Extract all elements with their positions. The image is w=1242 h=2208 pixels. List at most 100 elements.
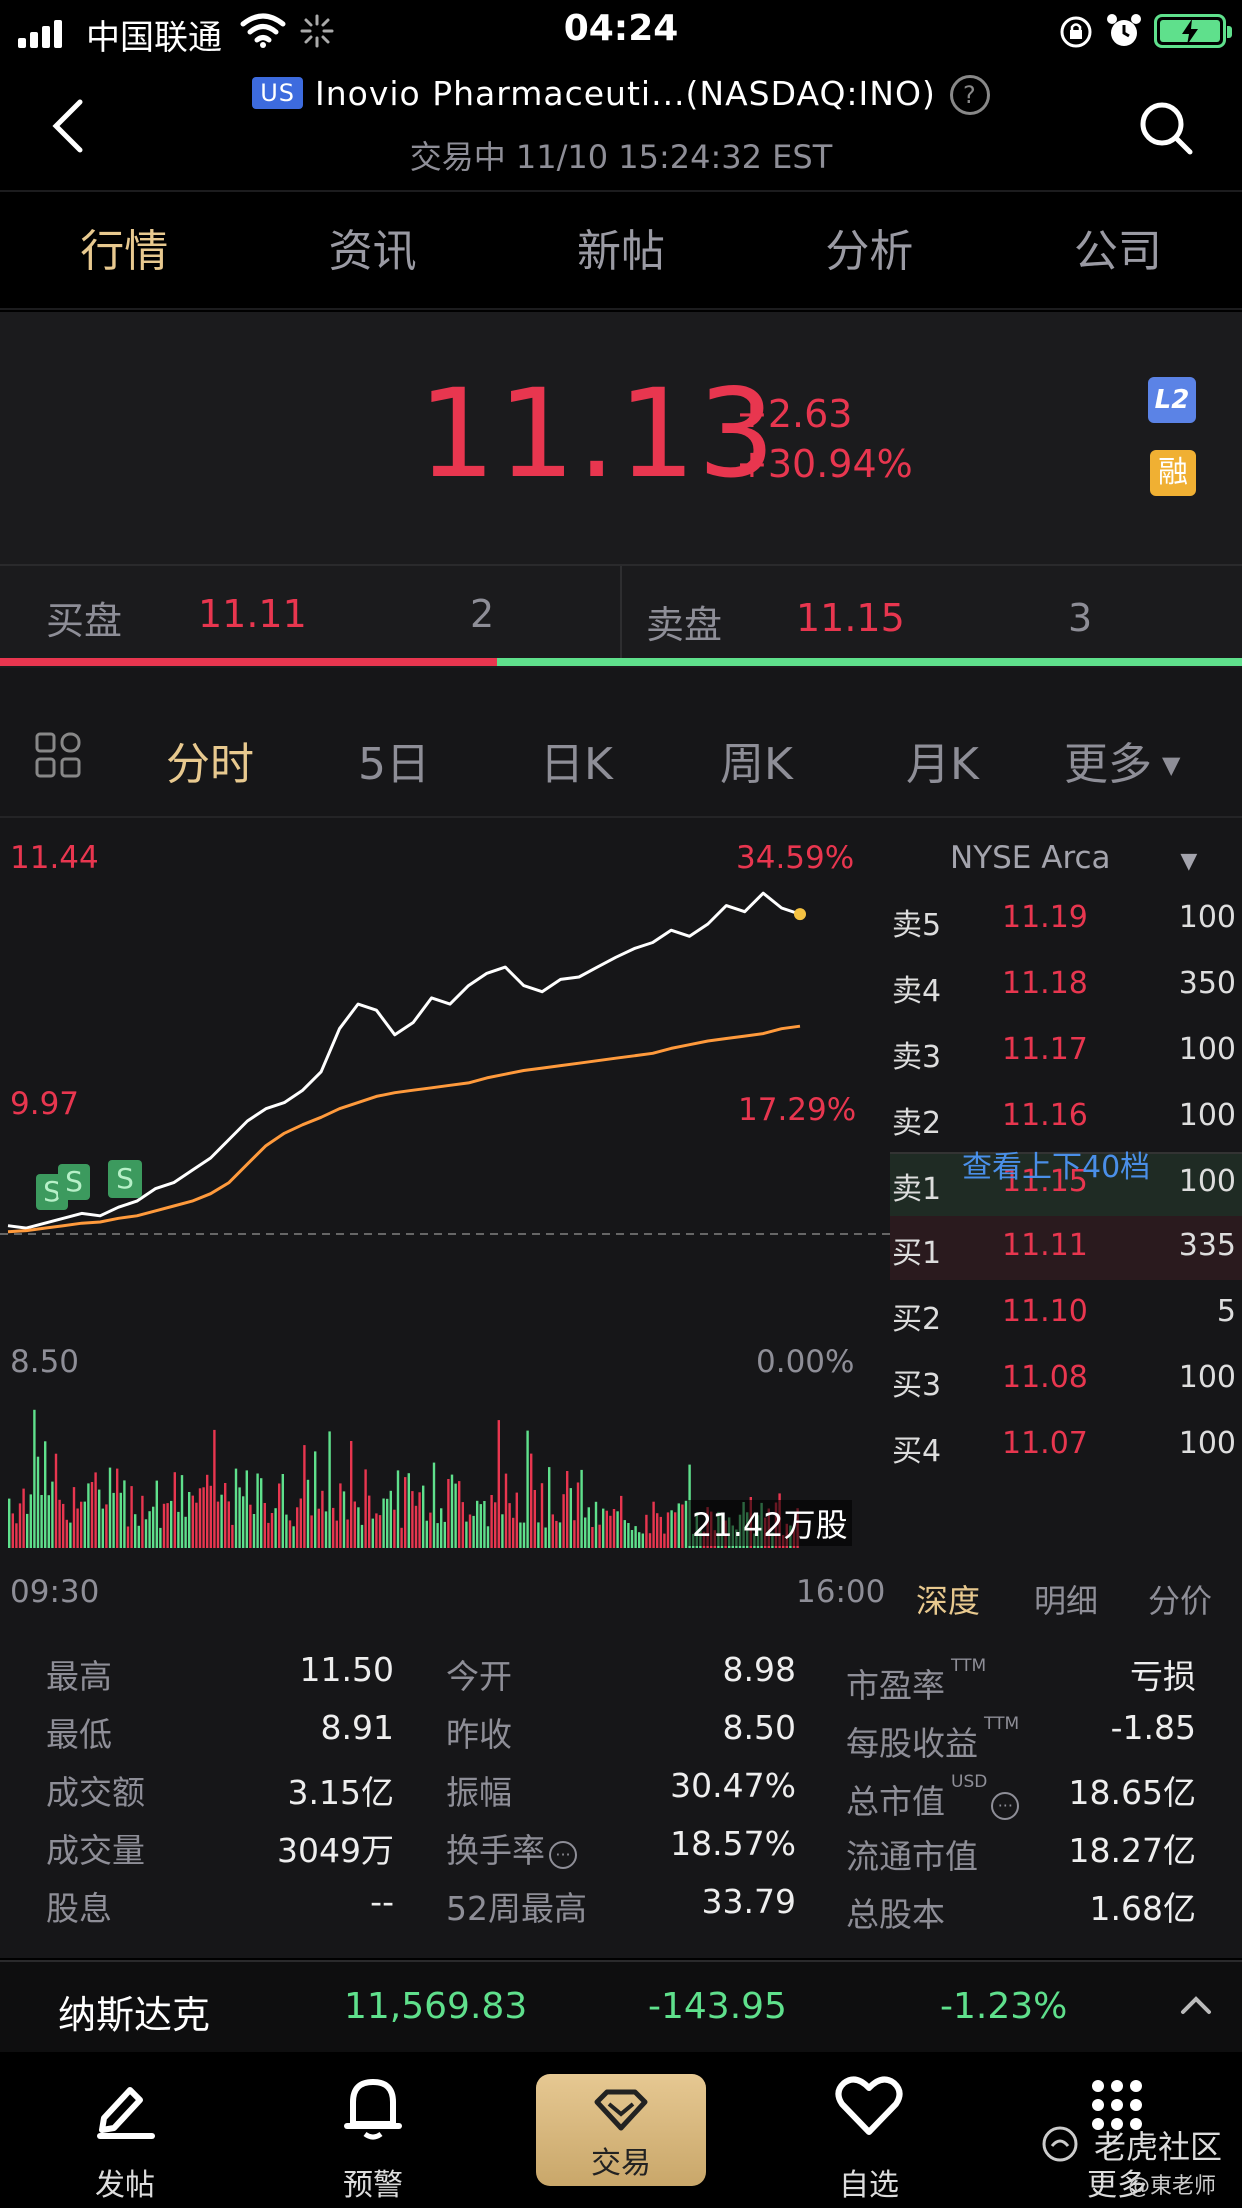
nav-trade[interactable]: 交易 [536,2074,706,2208]
tab-news[interactable]: 资讯 [248,194,496,308]
volume-bar [684,1500,688,1548]
stat-label: 52周最高 [446,1882,587,1930]
diamond-icon [594,2089,648,2131]
stat-label[interactable]: 总市值 USD··· [846,1772,1020,1823]
volume-bar [249,1504,252,1548]
period-tab-more[interactable]: 更多 ▼ [1064,728,1180,792]
order-level-row[interactable]: 卖5 11.19 100 [890,888,1242,952]
nav-watchlist[interactable]: 自选 [784,2052,954,2208]
order-level-row[interactable]: 买2 11.10 5 [890,1282,1242,1346]
level-price: 11.16 [1002,1098,1088,1133]
order-level-row[interactable]: 卖3 11.17 100 [890,1020,1242,1084]
volume-bar [206,1474,209,1548]
nav-alert[interactable]: 预警 [288,2052,458,2208]
volume-bar [155,1480,158,1548]
period-tab-monthly[interactable]: 月K [906,728,979,792]
tab-analysis[interactable]: 分析 [745,194,993,308]
volume-bar [62,1503,65,1548]
info-icon[interactable]: ··· [549,1841,577,1869]
volume-bar [245,1470,248,1548]
volume-bar [454,1483,457,1548]
divider [620,566,622,658]
tab-quote[interactable]: 行情 [0,194,248,308]
volume-bar [198,1488,202,1548]
order-level-row[interactable]: 卖2 11.16 100 [890,1086,1242,1150]
time-end: 16:00 [796,1574,886,1610]
order-book: NYSE Arca ▼ 卖5 11.19 100 卖4 11.18 350 卖3 11.17 1… [890,818,1242,1618]
layout-grid-icon[interactable] [34,731,82,779]
chevron-up-icon[interactable] [1180,1994,1212,2016]
volume-bar [346,1519,349,1548]
volume-bar [324,1511,328,1548]
stat-value: 18.65亿 [1068,1773,1196,1812]
margin-badge[interactable]: 融 [1150,450,1196,496]
volume-bar [252,1514,256,1548]
volume-bar [22,1488,25,1548]
order-level-row[interactable]: 买1 11.11 335 [890,1216,1242,1280]
period-tab-daily[interactable]: 日K [540,728,613,792]
subtab-details[interactable]: 明细 [1034,1576,1098,1622]
volume-bar [440,1508,443,1548]
info-icon[interactable]: ··· [991,1792,1020,1820]
volume-bar [645,1514,648,1548]
ask-size: 3 [1068,596,1093,640]
period-tab-5day[interactable]: 5日 [358,728,430,792]
volume-bar [303,1445,306,1548]
y-axis-mid-pct: 17.29% [738,1092,857,1128]
volume-bar [404,1477,407,1548]
volume-bar [526,1430,529,1548]
level-label: 买3 [892,1368,942,1403]
period-tab-intraday[interactable]: 分时 [166,728,254,792]
volume-bar [242,1496,245,1548]
y-axis-mid: 9.97 [10,1086,80,1122]
index-ticker-bar[interactable]: 纳斯达克 11,569.83 -143.95 -1.23% [0,1960,1242,2052]
y-axis-high-pct: 34.59% [736,840,855,876]
last-price: 11.13 [418,363,778,505]
period-tab-weekly[interactable]: 周K [720,728,793,792]
volume-bar [137,1525,140,1548]
volume-bar [36,1456,40,1548]
volume-bar [501,1514,504,1548]
volume-bar [274,1508,277,1548]
watermark-brand: 老虎社区 [1094,2128,1223,2166]
order-level-row[interactable]: 买3 11.08 100 [890,1348,1242,1412]
volume-bar [80,1501,83,1548]
order-level-row[interactable]: 买4 11.07 100 [890,1414,1242,1478]
level2-badge[interactable]: L2 [1148,377,1196,423]
volume-bar [224,1483,227,1548]
tab-posts[interactable]: 新帖 [497,194,745,308]
more-label: 更多 [1064,739,1152,790]
volume-bar [447,1479,450,1548]
nav-post[interactable]: 发帖 [40,2052,210,2208]
tab-company[interactable]: 公司 [994,194,1242,308]
order-level-row[interactable]: 卖4 11.18 350 [890,954,1242,1018]
volume-bar [162,1503,166,1548]
volume-bar [227,1501,230,1548]
nav-trade-label: 交易 [591,2146,651,2181]
nav-post-label: 发帖 [95,2168,155,2203]
search-icon[interactable] [1138,100,1194,156]
volume-bar [436,1523,439,1548]
stat-label-text: 每股收益 [846,1724,978,1763]
bid-size: 2 [470,592,495,636]
volume-bar [414,1505,418,1548]
subtab-price-breakdown[interactable]: 分价 [1148,1576,1212,1622]
volume-bar [213,1429,216,1548]
view-40-levels-link[interactable]: 查看上下40档 [962,1142,1150,1186]
volume-bar [508,1503,511,1548]
volume-bar [105,1504,108,1548]
volume-bar [429,1512,432,1548]
volume-bar [465,1521,468,1548]
stat-label[interactable]: 换手率 ··· [446,1824,577,1872]
volume-bar [461,1502,464,1548]
subtab-depth[interactable]: 深度 [916,1576,980,1622]
volume-bar [515,1492,518,1548]
stock-header: US Inovio Pharmaceuti...(NASDAQ:INO)? 交易中… [0,62,1242,192]
signal-s-icon[interactable]: S [58,1164,90,1200]
help-icon[interactable]: ? [949,75,990,115]
exchange-selector[interactable]: NYSE Arca ▼ [950,840,1197,876]
signal-s-icon[interactable]: S [108,1160,142,1198]
volume-bar [652,1501,655,1548]
level-size: 100 [1178,1360,1236,1395]
level-size: 100 [1178,900,1236,935]
